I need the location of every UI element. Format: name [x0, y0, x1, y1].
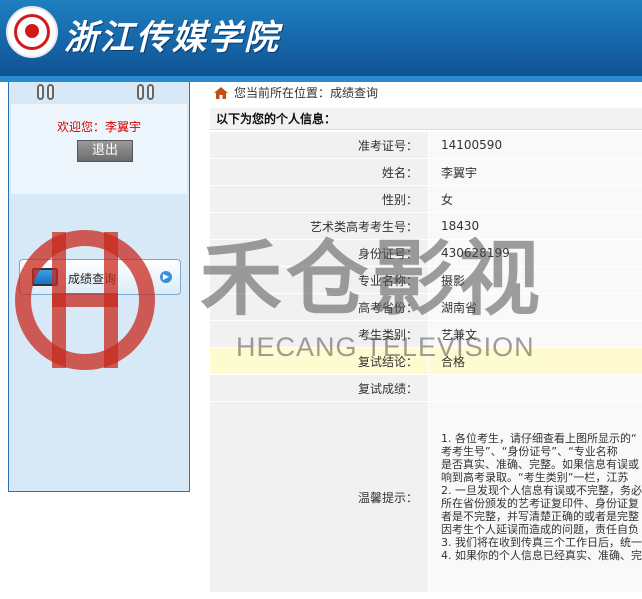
tips-line: 者是不完整，并写清楚正确的或者是完整: [441, 510, 639, 523]
tips-line: 响到高考录取。“考生类别”一栏，江苏: [441, 471, 629, 484]
section-title: 以下为您的个人信息：: [210, 108, 642, 130]
watermark-english: HECANG TELEVISION: [236, 332, 535, 362]
field-value: 14100590: [428, 132, 642, 159]
tips-line: 因考生个人延误而造成的问题，责任自负: [441, 523, 639, 536]
binder-ring-icon: [137, 84, 159, 104]
table-row: 复试成绩：: [210, 374, 642, 402]
tips-line: 考考生号”、“身份证号”、“专业名称: [441, 445, 618, 458]
table-row: 性别：女: [210, 185, 642, 213]
welcome-text: 欢迎您：李翼宇: [11, 118, 187, 135]
welcome-panel: 欢迎您：李翼宇 退出: [11, 104, 187, 194]
tips-line: 所在省份颁发的艺考证复印件、身份证复: [441, 497, 639, 510]
tips-row: 温馨提示： 1. 各位考生，请仔细查看上图所显示的“ 考考生号”、“身份证号”、…: [210, 401, 642, 593]
sidebar: 欢迎您：李翼宇 退出 成绩查询 ▶: [8, 82, 190, 492]
breadcrumb: 您当前所在位置：成绩查询: [214, 84, 378, 102]
sidebar-item-score-query[interactable]: 成绩查询 ▶: [19, 259, 181, 295]
field-label: 性别：: [210, 185, 429, 213]
tips-line: 1. 各位考生，请仔细查看上图所显示的“: [441, 432, 637, 445]
tips-line: 是否真实、准确、完整。如果信息有误或: [441, 458, 639, 471]
home-icon: [214, 87, 228, 99]
monitor-icon: [32, 268, 58, 286]
arrow-right-icon: ▶: [160, 271, 172, 283]
user-name: 李翼宇: [105, 120, 142, 134]
field-label: 姓名：: [210, 158, 429, 186]
tips-line: 2. 一旦发现个人信息有误或不完整，务必: [441, 484, 642, 497]
tips-line: 4. 如果你的个人信息已经真实、准确、完: [441, 549, 642, 562]
watermark-chinese: 禾仓影视: [200, 232, 545, 327]
field-value: [428, 374, 642, 402]
school-name: 浙江传媒学院: [64, 18, 280, 58]
school-logo: [6, 6, 58, 58]
table-row: 姓名： 李翼宇: [210, 158, 642, 186]
sidebar-item-label: 成绩查询: [68, 272, 117, 286]
tips-label: 温馨提示：: [210, 401, 429, 593]
welcome-label: 欢迎您：: [56, 120, 105, 134]
field-value: 李翼宇: [428, 158, 642, 186]
binder-ring-icon: [37, 84, 59, 104]
tips-line: 3. 我们将在收到传真三个工作日后，统一: [441, 536, 642, 549]
tips-content: 1. 各位考生，请仔细查看上图所显示的“ 考考生号”、“身份证号”、“专业名称 …: [428, 401, 642, 593]
field-value: 女: [428, 185, 642, 213]
field-label: 准考证号：: [210, 132, 429, 159]
logout-button[interactable]: 退出: [77, 140, 133, 162]
field-label: 复试成绩：: [210, 374, 429, 402]
breadcrumb-text: 您当前所在位置：成绩查询: [234, 86, 379, 100]
site-header: 浙江传媒学院: [0, 0, 642, 82]
binder-rings: [9, 84, 189, 104]
table-row: 准考证号： 14100590: [210, 132, 642, 159]
